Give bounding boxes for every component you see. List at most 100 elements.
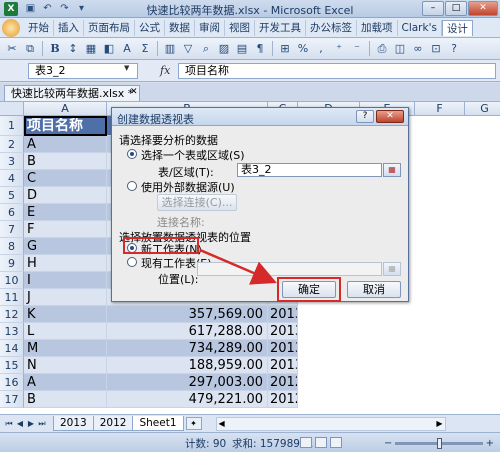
prev-sheet-icon[interactable]: ◀: [15, 419, 25, 429]
page-break-view-icon[interactable]: [330, 437, 342, 448]
last-sheet-icon[interactable]: ⏭: [37, 419, 47, 429]
first-sheet-icon[interactable]: ⏮: [4, 419, 14, 429]
font-color-icon[interactable]: A: [119, 41, 135, 57]
new-sheet-icon[interactable]: ✦: [185, 417, 202, 430]
ribbon-tab[interactable]: Clark's: [398, 19, 442, 36]
range-input[interactable]: 表3_2: [237, 163, 382, 177]
next-sheet-icon[interactable]: ▶: [26, 419, 36, 429]
table-cell[interactable]: 479,221.00: [107, 391, 268, 408]
column-header-g[interactable]: G: [465, 102, 500, 116]
filter-icon[interactable]: ▽: [180, 41, 196, 57]
minimize-button[interactable]: –: [422, 1, 444, 16]
table-cell[interactable]: I: [24, 272, 107, 289]
row-header[interactable]: 12: [0, 306, 24, 323]
ribbon-tab[interactable]: 插入: [54, 19, 84, 36]
location-input[interactable]: [197, 262, 382, 276]
radio-external-source-label[interactable]: 使用外部数据源(U): [141, 179, 235, 195]
row-header[interactable]: 6: [0, 204, 24, 221]
row-header[interactable]: 17: [0, 391, 24, 408]
table-cell[interactable]: 734,289.00: [107, 340, 268, 357]
row-header[interactable]: 2: [0, 136, 24, 153]
zoom-in-icon[interactable]: +: [486, 438, 494, 449]
row-header[interactable]: 9: [0, 255, 24, 272]
row-header[interactable]: 8: [0, 238, 24, 255]
table-cell[interactable]: 2013: [268, 357, 298, 374]
zoom-icon[interactable]: ⌕: [198, 41, 214, 57]
name-box-dropdown-icon[interactable]: ▼: [124, 64, 129, 72]
zoom-out-icon[interactable]: −: [384, 438, 392, 449]
office-button[interactable]: [2, 18, 20, 37]
table-cell[interactable]: K: [24, 306, 107, 323]
merge-icon[interactable]: ⊞: [277, 41, 293, 57]
dialog-close-button[interactable]: ✕: [376, 110, 404, 123]
link-icon[interactable]: ∞: [410, 41, 426, 57]
cut-icon[interactable]: ✂: [4, 41, 20, 57]
normal-view-icon[interactable]: [300, 437, 312, 448]
select-all-corner[interactable]: [0, 102, 24, 116]
ribbon-tab[interactable]: 设计: [441, 19, 473, 36]
sum-icon[interactable]: Σ: [137, 41, 153, 57]
horizontal-scrollbar[interactable]: ◀ ▶: [215, 416, 446, 431]
column-header-f[interactable]: F: [415, 102, 465, 116]
ribbon-tab[interactable]: 数据: [165, 19, 195, 36]
row-header[interactable]: 4: [0, 170, 24, 187]
table-cell[interactable]: 2012: [268, 374, 298, 391]
image-icon[interactable]: ▨: [216, 41, 232, 57]
row-header[interactable]: 16: [0, 374, 24, 391]
table-header-cell[interactable]: 项目名称: [24, 116, 107, 136]
table-cell[interactable]: F: [24, 221, 107, 238]
table-cell[interactable]: A: [24, 374, 107, 391]
radio-select-range-label[interactable]: 选择一个表或区域(S): [141, 147, 245, 163]
row-header[interactable]: 14: [0, 340, 24, 357]
table-cell[interactable]: D: [24, 187, 107, 204]
row-header[interactable]: 11: [0, 289, 24, 306]
table-cell[interactable]: L: [24, 323, 107, 340]
table-cell[interactable]: 2013: [268, 340, 298, 357]
maximize-button[interactable]: □: [445, 1, 467, 16]
increase-decimal-icon[interactable]: ⁺: [331, 41, 347, 57]
table-cell[interactable]: A: [24, 136, 107, 153]
row-header[interactable]: 1: [0, 116, 24, 136]
radio-external-source[interactable]: [127, 181, 137, 191]
row-header[interactable]: 7: [0, 221, 24, 238]
table-icon[interactable]: ▤: [234, 41, 250, 57]
range-picker-icon[interactable]: ▦: [383, 163, 401, 177]
row-header[interactable]: 3: [0, 153, 24, 170]
row-header[interactable]: 10: [0, 272, 24, 289]
ribbon-tab[interactable]: 页面布局: [84, 19, 135, 36]
help-icon[interactable]: ?: [446, 41, 462, 57]
comma-icon[interactable]: ,: [313, 41, 329, 57]
ribbon-tab[interactable]: 开发工具: [255, 19, 306, 36]
fx-icon[interactable]: fx: [160, 64, 170, 77]
table-cell[interactable]: 188,959.00: [107, 357, 268, 374]
table-cell[interactable]: E: [24, 204, 107, 221]
radio-existing-sheet[interactable]: [127, 257, 137, 267]
dialog-help-button[interactable]: ?: [356, 110, 374, 123]
ribbon-tab[interactable]: 办公标签: [306, 19, 357, 36]
table-cell[interactable]: G: [24, 238, 107, 255]
print-icon[interactable]: ⎙: [374, 41, 390, 57]
percent-icon[interactable]: %: [295, 41, 311, 57]
row-header[interactable]: 15: [0, 357, 24, 374]
table-cell[interactable]: 2012: [268, 391, 298, 408]
table-cell[interactable]: 2013: [268, 323, 298, 340]
ribbon-tab[interactable]: 审阅: [195, 19, 225, 36]
decrease-decimal-icon[interactable]: ⁻: [349, 41, 365, 57]
table-cell[interactable]: N: [24, 357, 107, 374]
close-window-button[interactable]: ✕: [468, 1, 498, 16]
zoom-slider-knob[interactable]: [437, 437, 443, 449]
scroll-right-icon[interactable]: ▶: [436, 419, 442, 428]
ribbon-tab[interactable]: 公式: [135, 19, 165, 36]
copy-icon[interactable]: ⧉: [22, 41, 38, 57]
page-layout-view-icon[interactable]: [315, 437, 327, 448]
sheet-tab[interactable]: 2012: [92, 416, 134, 431]
sheet-tab[interactable]: Sheet1: [132, 416, 184, 431]
fill-icon[interactable]: ◧: [101, 41, 117, 57]
row-header[interactable]: 13: [0, 323, 24, 340]
bold-icon[interactable]: B: [47, 41, 63, 57]
table-cell[interactable]: H: [24, 255, 107, 272]
ribbon-tab[interactable]: 开始: [24, 19, 54, 36]
cancel-button[interactable]: 取消: [347, 281, 401, 298]
chart-icon[interactable]: ▥: [162, 41, 178, 57]
ribbon-tab[interactable]: 加载项: [357, 19, 398, 36]
